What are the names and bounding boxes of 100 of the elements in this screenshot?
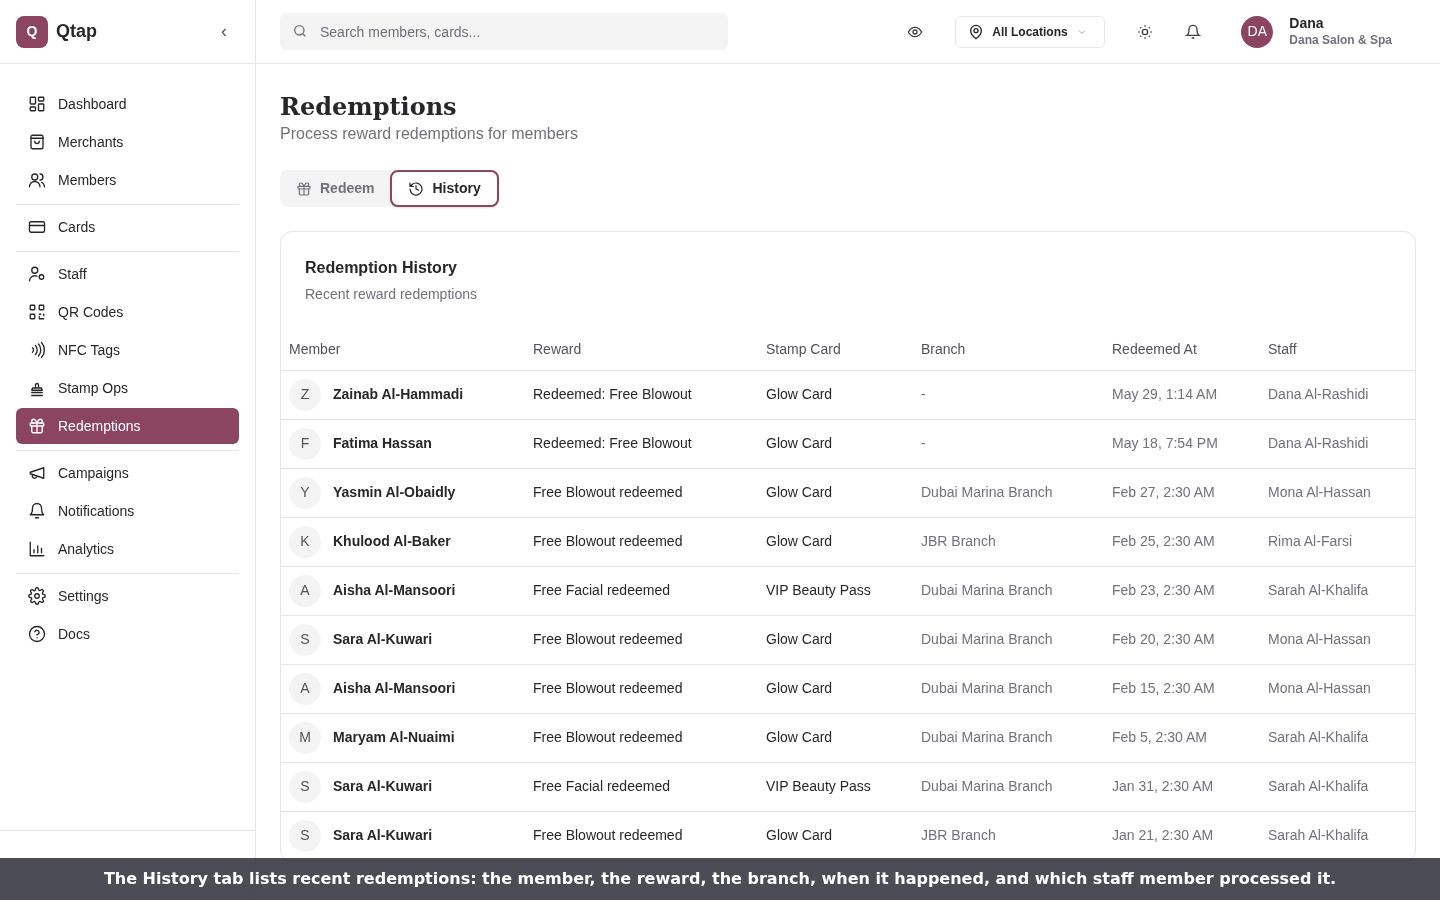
user-name: Dana: [1289, 15, 1325, 33]
sidebar-item[interactable]: Staff: [16, 256, 239, 292]
table-cell-text: Sara Al-Kuwari: [333, 777, 433, 796]
member-avatar: A: [289, 574, 321, 607]
table-cell: Feb 27, 2:30 AM: [1112, 484, 1215, 500]
map-pin-icon: [968, 23, 985, 40]
gift-icon: [28, 417, 46, 435]
sidebar-item[interactable]: QR Codes: [16, 294, 239, 330]
table-cell: Jan 31, 2:30 AM: [1112, 778, 1214, 794]
table-cell: Sarah Al-Khalifa: [1268, 729, 1369, 745]
card-title: Redemption History: [305, 258, 458, 278]
table-cell: Dubai Marina Branch: [921, 680, 1053, 696]
card-icon: [28, 218, 46, 236]
table-cell: Feb 20, 2:30 AM: [1112, 631, 1215, 647]
bell-icon[interactable]: [1185, 23, 1202, 40]
table-cell: May 18, 7:54 PM: [1112, 435, 1218, 451]
table-cell: JBR Branch: [921, 827, 996, 843]
table-cell: Feb 15, 2:30 AM: [1112, 680, 1215, 696]
table-cell: VIP Beauty Pass: [766, 582, 871, 598]
table-cell: May 29, 1:14 AM: [1112, 386, 1218, 402]
avatar[interactable]: DA: [1241, 15, 1274, 48]
table-cell: Sarah Al-Khalifa: [1268, 582, 1369, 598]
table-cell-text: Sara Al-Kuwari: [333, 826, 433, 845]
sidebar-item[interactable]: Campaigns: [16, 455, 239, 491]
sidebar-item[interactable]: Stamp Ops: [16, 370, 239, 406]
caption: The History tab lists recent redemptions: the member, the reward, the branch, when it happened, and which staff member processed it.: [103, 868, 1337, 890]
sidebar-item[interactable]: Docs: [16, 616, 239, 652]
table-cell: Mona Al-Hassan: [1268, 484, 1371, 500]
table-cell: Jan 21, 2:30 AM: [1112, 827, 1214, 843]
table-cell: Redeemed: Free Blowout: [533, 386, 692, 402]
sidebar-item[interactable]: NFC Tags: [16, 332, 239, 368]
help-icon: [28, 625, 46, 643]
table-cell: JBR Branch: [921, 533, 996, 549]
table-cell: Free Blowout redeemed: [533, 729, 683, 745]
member-avatar: Z: [289, 378, 321, 411]
page-title: Redemptions: [280, 92, 458, 122]
table-cell: Dana Al-Rashidi: [1268, 435, 1369, 451]
table-cell-text: Aisha Al-Mansoori: [333, 679, 456, 698]
table-cell: Glow Card: [766, 386, 833, 402]
page-subtitle: Process reward redemptions for members: [280, 124, 579, 144]
gift-icon: [296, 180, 312, 197]
sidebar-item[interactable]: Members: [16, 162, 239, 198]
table-cell: Glow Card: [766, 484, 833, 500]
table-cell-text: Fatima Hassan: [333, 434, 432, 453]
brand-name: Qtap: [56, 20, 98, 43]
table-cell: Sarah Al-Khalifa: [1268, 778, 1369, 794]
table-cell: Sarah Al-Khalifa: [1268, 827, 1369, 843]
column-header: Staff: [1260, 329, 1415, 370]
table-cell: Free Facial redeemed: [533, 582, 670, 598]
table-cell-text: Yasmin Al-Obaidly: [333, 483, 456, 502]
qr-code-icon: [28, 303, 46, 321]
table-cell: Feb 5, 2:30 AM: [1112, 729, 1207, 745]
sun-icon[interactable]: [1137, 23, 1154, 40]
sidebar-item[interactable]: Redemptions: [16, 408, 239, 444]
member-avatar: K: [289, 525, 321, 558]
bag-icon: [28, 133, 46, 151]
table-cell-text: Aisha Al-Mansoori: [333, 581, 456, 600]
table-cell: VIP Beauty Pass: [766, 778, 871, 794]
table-cell: Redeemed: Free Blowout: [533, 435, 692, 451]
table-cell: Dubai Marina Branch: [921, 582, 1053, 598]
history-icon: [408, 180, 425, 197]
sidebar-item[interactable]: Settings: [16, 578, 239, 614]
megaphone-icon: [28, 464, 46, 482]
sidebar-item[interactable]: Dashboard: [16, 86, 239, 122]
sidebar-item[interactable]: Cards: [16, 209, 239, 245]
bar-chart-icon: [28, 540, 46, 558]
gear-icon: [28, 587, 46, 605]
table-cell: Free Blowout redeemed: [533, 533, 683, 549]
table-cell-text: Sara Al-Kuwari: [333, 630, 433, 649]
tab[interactable]: History: [390, 170, 499, 207]
business-name: Dana Salon & Spa: [1289, 32, 1392, 48]
table-cell: Free Blowout redeemed: [533, 680, 683, 696]
sidebar-item[interactable]: Merchants: [16, 124, 239, 160]
table-cell: Mona Al-Hassan: [1268, 631, 1371, 647]
table-cell: Rima Al-Farsi: [1268, 533, 1352, 549]
table-cell: Glow Card: [766, 435, 833, 451]
table-cell: Free Facial redeemed: [533, 778, 670, 794]
member-avatar: S: [289, 770, 321, 803]
logo-icon: Q: [16, 15, 48, 48]
sidebar-item[interactable]: Analytics: [16, 531, 239, 567]
table-cell: Dana Al-Rashidi: [1268, 386, 1369, 402]
sidebar-item[interactable]: Notifications: [16, 493, 239, 529]
user-gear-icon: [28, 265, 46, 283]
table-cell: Dubai Marina Branch: [921, 729, 1053, 745]
grid-icon: [28, 95, 46, 113]
column-header: Branch: [913, 329, 1104, 370]
table-cell: Feb 23, 2:30 AM: [1112, 582, 1215, 598]
member-avatar: A: [289, 672, 321, 705]
table-cell: Glow Card: [766, 631, 833, 647]
users-icon: [28, 171, 46, 189]
location-dropdown[interactable]: All Locations: [955, 15, 1106, 48]
bell-icon: [28, 502, 46, 520]
member-avatar: F: [289, 427, 321, 460]
table-cell: Free Blowout redeemed: [533, 631, 683, 647]
search-field[interactable]: Search members, cards...: [280, 13, 728, 50]
table-cell: Feb 25, 2:30 AM: [1112, 533, 1215, 549]
table-cell: Free Blowout redeemed: [533, 484, 683, 500]
collapse-button[interactable]: ‹: [213, 18, 235, 45]
card-subtitle: Recent reward redemptions: [305, 285, 478, 304]
tab[interactable]: Redeem: [280, 170, 391, 207]
